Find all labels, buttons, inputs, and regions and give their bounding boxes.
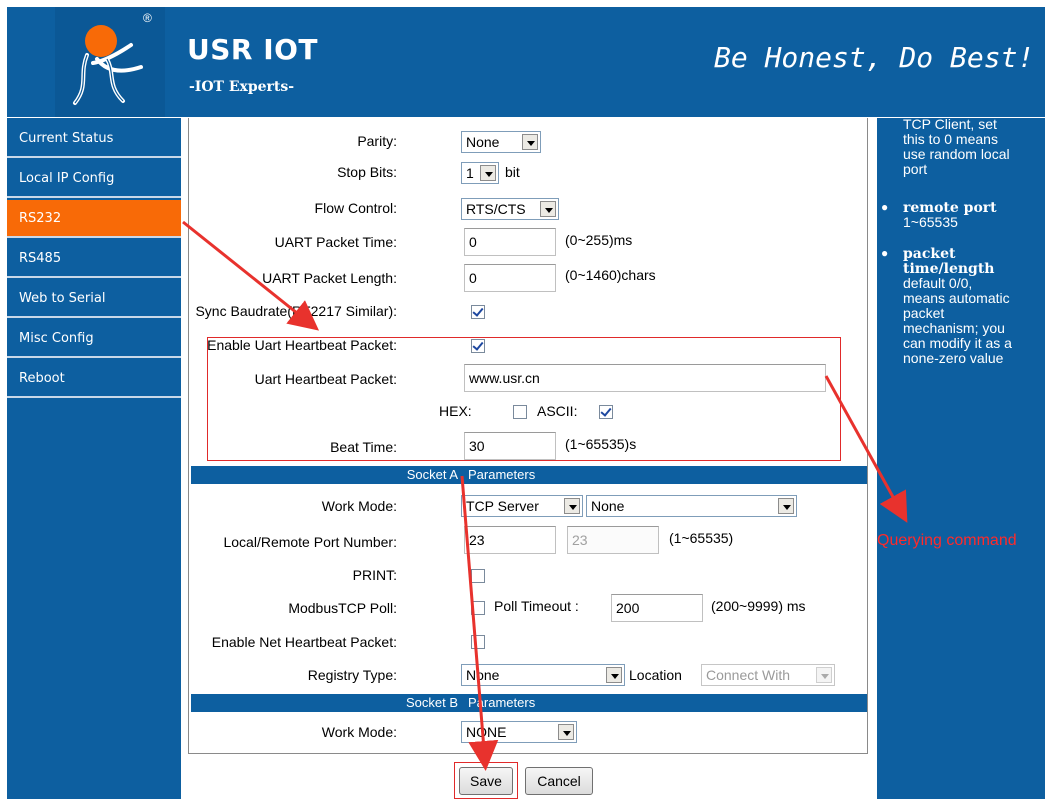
stop-bits-value: 1 bbox=[466, 165, 474, 181]
work-mode-a-sub-select[interactable]: None bbox=[586, 495, 797, 517]
sidebar-item-current-status[interactable]: Current Status bbox=[7, 120, 181, 158]
poll-timeout-label: Poll Timeout : bbox=[494, 598, 579, 614]
stop-bits-select[interactable]: 1 bbox=[461, 162, 499, 184]
socket-a-title: Socket A bbox=[406, 467, 458, 482]
help-packet-desc-3: packet bbox=[903, 305, 945, 321]
help-remote-port-range: 1~65535 bbox=[903, 214, 958, 230]
chevron-down-icon bbox=[558, 724, 574, 740]
header-banner: ® USR IOT -IOT Experts- Be Honest, Do Be… bbox=[7, 7, 1045, 117]
socket-b-parameters: Parameters bbox=[468, 695, 536, 710]
parity-select[interactable]: None bbox=[461, 131, 541, 153]
help-packet-title-1: packet bbox=[903, 246, 956, 262]
help-packet-desc-5: can modify it as a bbox=[903, 335, 1012, 351]
sidebar-item-rs232[interactable]: RS232 bbox=[7, 200, 181, 238]
uart-packet-length-label: UART Packet Length: bbox=[262, 270, 397, 286]
chevron-down-icon bbox=[480, 165, 496, 181]
work-mode-a-select[interactable]: TCP Server bbox=[461, 495, 583, 517]
enable-net-heartbeat-label: Enable Net Heartbeat Packet: bbox=[211, 634, 397, 650]
save-button[interactable]: Save bbox=[459, 767, 513, 795]
uart-packet-time-label: UART Packet Time: bbox=[274, 234, 397, 250]
bullet-icon: ● bbox=[881, 246, 889, 260]
help-packet-desc-6: none-zero value bbox=[903, 350, 1004, 366]
work-mode-b-label: Work Mode: bbox=[321, 724, 397, 740]
heartbeat-highlight-box bbox=[207, 337, 841, 461]
modbus-poll-checkbox[interactable] bbox=[471, 601, 485, 615]
socket-b-title: Socket B bbox=[405, 695, 458, 710]
sidebar-item-misc-config[interactable]: Misc Config bbox=[7, 320, 181, 358]
chevron-down-icon bbox=[816, 667, 832, 683]
sidebar-item-rs485[interactable]: RS485 bbox=[7, 240, 181, 278]
port-number-label: Local/Remote Port Number: bbox=[223, 534, 397, 550]
socket-a-parameters: Parameters bbox=[468, 467, 536, 482]
location-select[interactable]: Connect With bbox=[701, 664, 835, 686]
help-intro-1: TCP Client, set bbox=[903, 116, 997, 132]
uart-packet-time-hint: (0~255)ms bbox=[565, 232, 633, 248]
sidebar-nav: Current Status Local IP Config RS232 RS4… bbox=[7, 118, 181, 799]
poll-timeout-hint: (200~9999) ms bbox=[711, 598, 806, 614]
uart-packet-length-hint: (0~1460)chars bbox=[565, 267, 656, 283]
work-mode-b-value: NONE bbox=[466, 724, 507, 740]
help-panel: TCP Client, set this to 0 means use rand… bbox=[877, 116, 1045, 799]
help-packet-desc-1: default 0/0, bbox=[903, 275, 973, 291]
flow-control-label: Flow Control: bbox=[314, 200, 397, 216]
sidebar-item-web-to-serial[interactable]: Web to Serial bbox=[7, 280, 181, 318]
sidebar-item-local-ip-config[interactable]: Local IP Config bbox=[7, 160, 181, 198]
sync-baudrate-label: Sync Baudrate(RF2217 Similar): bbox=[195, 303, 397, 319]
port-number-hint: (1~65535) bbox=[669, 530, 734, 546]
brand-name: USR IOT bbox=[187, 33, 319, 66]
parity-label: Parity: bbox=[357, 133, 397, 149]
uart-packet-time-input[interactable]: 0 bbox=[464, 228, 556, 256]
uart-packet-length-input[interactable]: 0 bbox=[464, 264, 556, 292]
socket-b-header: Socket B Parameters bbox=[191, 694, 867, 712]
chevron-down-icon bbox=[522, 134, 538, 150]
usr-logo: ® bbox=[55, 7, 165, 117]
help-intro-2: this to 0 means bbox=[903, 131, 998, 147]
cancel-button[interactable]: Cancel bbox=[525, 767, 593, 795]
registry-type-label: Registry Type: bbox=[307, 667, 397, 683]
brand-subtitle: -IOT Experts- bbox=[189, 79, 295, 95]
work-mode-a-sub-value: None bbox=[591, 498, 625, 514]
stop-bits-label: Stop Bits: bbox=[337, 164, 397, 180]
modbus-poll-label: ModbusTCP Poll: bbox=[288, 600, 397, 616]
settings-panel: Parity: None Stop Bits: 1 bit Flow Contr… bbox=[188, 118, 868, 754]
remote-port-input[interactable]: 23 bbox=[567, 526, 659, 554]
local-port-input[interactable]: 23 bbox=[464, 526, 556, 554]
work-mode-b-select[interactable]: NONE bbox=[461, 721, 577, 743]
print-checkbox[interactable] bbox=[471, 569, 485, 583]
poll-timeout-input[interactable]: 200 bbox=[611, 594, 703, 622]
chevron-down-icon bbox=[540, 201, 556, 217]
registered-mark: ® bbox=[143, 11, 152, 25]
help-intro-3: use random local bbox=[903, 146, 1010, 162]
rs232-config-form: Parity: None Stop Bits: 1 bit Flow Contr… bbox=[181, 118, 876, 799]
work-mode-a-value: TCP Server bbox=[466, 498, 539, 514]
sidebar-item-reboot[interactable]: Reboot bbox=[7, 360, 181, 398]
chevron-down-icon bbox=[564, 498, 580, 514]
sync-baudrate-checkbox[interactable] bbox=[471, 305, 485, 319]
chevron-down-icon bbox=[606, 667, 622, 683]
parity-value: None bbox=[466, 134, 500, 150]
slogan: Be Honest, Do Best! bbox=[714, 41, 1035, 74]
flow-control-select[interactable]: RTS/CTS bbox=[461, 198, 559, 220]
work-mode-a-label: Work Mode: bbox=[321, 498, 397, 514]
enable-net-heartbeat-checkbox[interactable] bbox=[471, 635, 485, 649]
flow-control-value: RTS/CTS bbox=[466, 201, 526, 217]
help-packet-desc-4: mechanism; you bbox=[903, 320, 1005, 336]
help-packet-desc-2: means automatic bbox=[903, 290, 1010, 306]
help-intro-4: port bbox=[903, 161, 928, 177]
location-value: Connect With bbox=[706, 667, 791, 683]
querying-command-annotation: Querying command bbox=[877, 532, 1017, 549]
registry-type-value: None bbox=[466, 667, 500, 683]
print-label: PRINT: bbox=[352, 567, 397, 583]
location-label: Location bbox=[629, 667, 682, 683]
chevron-down-icon bbox=[778, 498, 794, 514]
registry-type-select[interactable]: None bbox=[461, 664, 625, 686]
bullet-icon: ● bbox=[881, 200, 889, 214]
logo-figure-icon bbox=[73, 25, 143, 105]
socket-a-header: Socket A Parameters bbox=[191, 466, 867, 484]
stop-bits-unit: bit bbox=[505, 164, 520, 180]
